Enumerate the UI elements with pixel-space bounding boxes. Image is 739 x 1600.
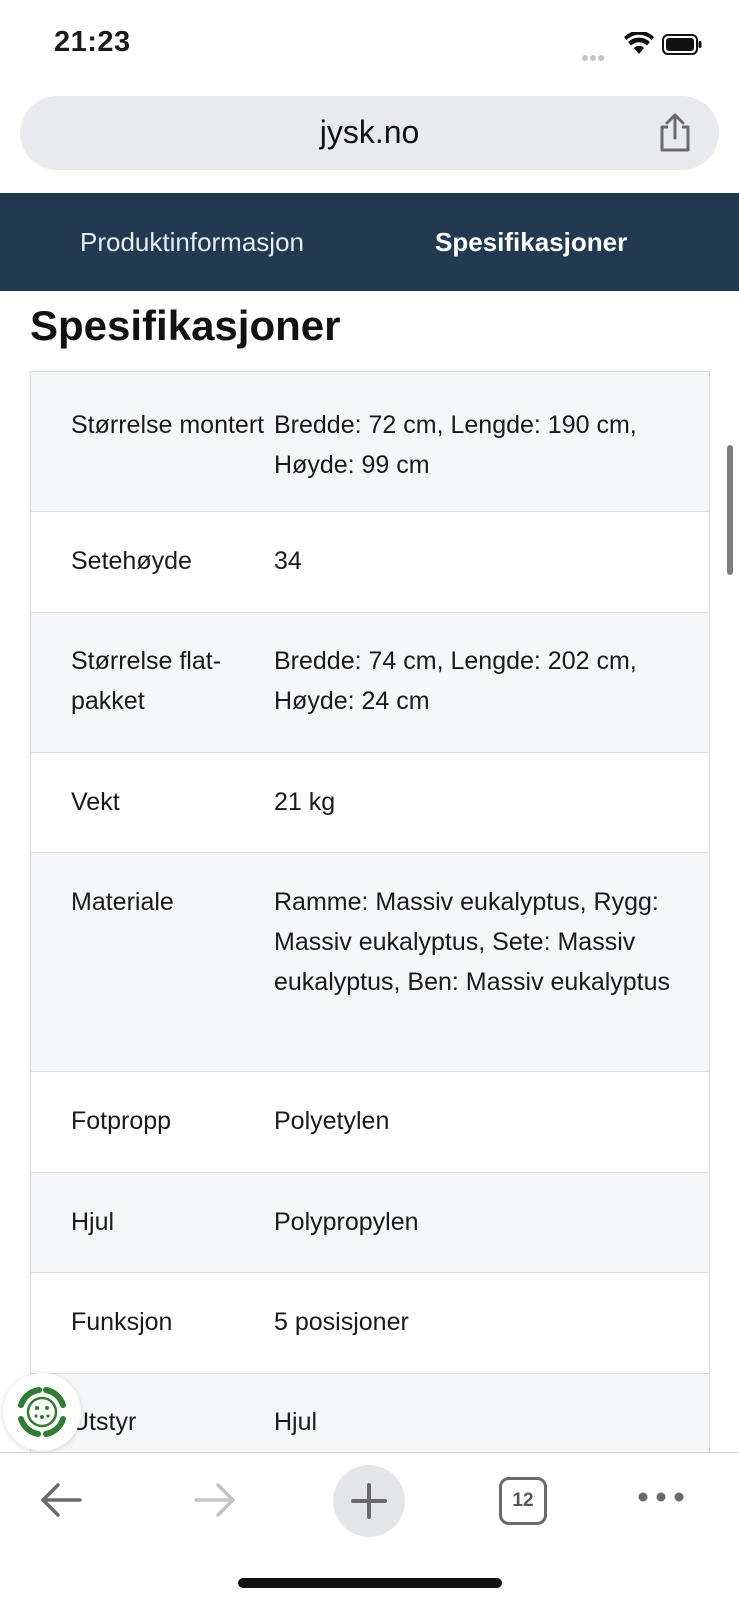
spec-label: Vekt [71, 788, 120, 816]
section-title: Spesifikasjoner [30, 302, 341, 349]
spec-value: 34 [274, 547, 302, 575]
tab-nav: Produktinformasjon Spesifikasjoner [0, 193, 739, 291]
spec-value: 21 kg [274, 788, 336, 816]
url-bar[interactable]: jysk.no [20, 96, 719, 170]
recycle-icon [18, 1387, 66, 1437]
scrollbar[interactable] [727, 445, 733, 575]
spec-value: Ramme: Massiv eukalyptus, Rygg: Massiv e… [274, 888, 671, 996]
spec-label: Størrelse montert [71, 411, 265, 439]
spec-label: Hjul [71, 1208, 115, 1236]
spec-label: Setehøyde [71, 547, 192, 575]
spec-label: Funksjon [71, 1308, 173, 1336]
spec-row: Setehøyde 34 [31, 512, 709, 613]
more-icon[interactable] [636, 1487, 686, 1507]
spec-row: Størrelse montert Bredde: 72 cm, Lengde:… [31, 372, 709, 512]
tabs-icon[interactable]: 12 [499, 1477, 547, 1525]
url-domain[interactable]: jysk.no [20, 114, 719, 151]
wifi-icon [624, 32, 654, 54]
spec-table: Størrelse montert Bredde: 72 cm, Lengde:… [30, 371, 710, 1475]
spec-value: Polyetylen [274, 1107, 390, 1135]
spec-row: Fotpropp Polyetylen [31, 1072, 709, 1173]
spec-label: Størrelse flat-pakket [71, 647, 222, 715]
tab-produktinformasjon[interactable]: Produktinformasjon [80, 227, 304, 258]
signal-dots-icon [582, 48, 612, 61]
spec-row: Funksjon 5 posisjoner [31, 1273, 709, 1374]
spec-row: Materiale Ramme: Massiv eukalyptus, Rygg… [31, 853, 709, 1072]
forward-arrow-icon[interactable] [190, 1475, 240, 1525]
status-time: 21:23 [54, 26, 131, 58]
spec-value: Polypropylen [274, 1208, 419, 1236]
plus-icon [351, 1483, 387, 1519]
spec-row: Størrelse flat-pakket Bredde: 74 cm, Len… [31, 613, 709, 753]
new-tab-button[interactable] [333, 1465, 405, 1537]
status-bar: 21:23 [0, 0, 739, 88]
back-arrow-icon[interactable] [36, 1475, 86, 1525]
battery-icon [662, 34, 702, 55]
home-indicator[interactable] [238, 1578, 502, 1588]
spec-value: Bredde: 72 cm, Lengde: 190 cm, Høyde: 99… [274, 411, 637, 479]
spec-label: Materiale [71, 888, 174, 916]
spec-label: Fotpropp [71, 1107, 172, 1135]
spec-row: Hjul Polypropylen [31, 1173, 709, 1273]
spec-value: 5 posisjoner [274, 1308, 409, 1336]
spec-value: Bredde: 74 cm, Lengde: 202 cm, Høyde: 24… [274, 647, 637, 715]
eco-badge[interactable] [3, 1373, 81, 1451]
share-icon[interactable] [655, 112, 695, 154]
tab-spesifikasjoner[interactable]: Spesifikasjoner [435, 227, 627, 258]
spec-row: Vekt 21 kg [31, 753, 709, 853]
